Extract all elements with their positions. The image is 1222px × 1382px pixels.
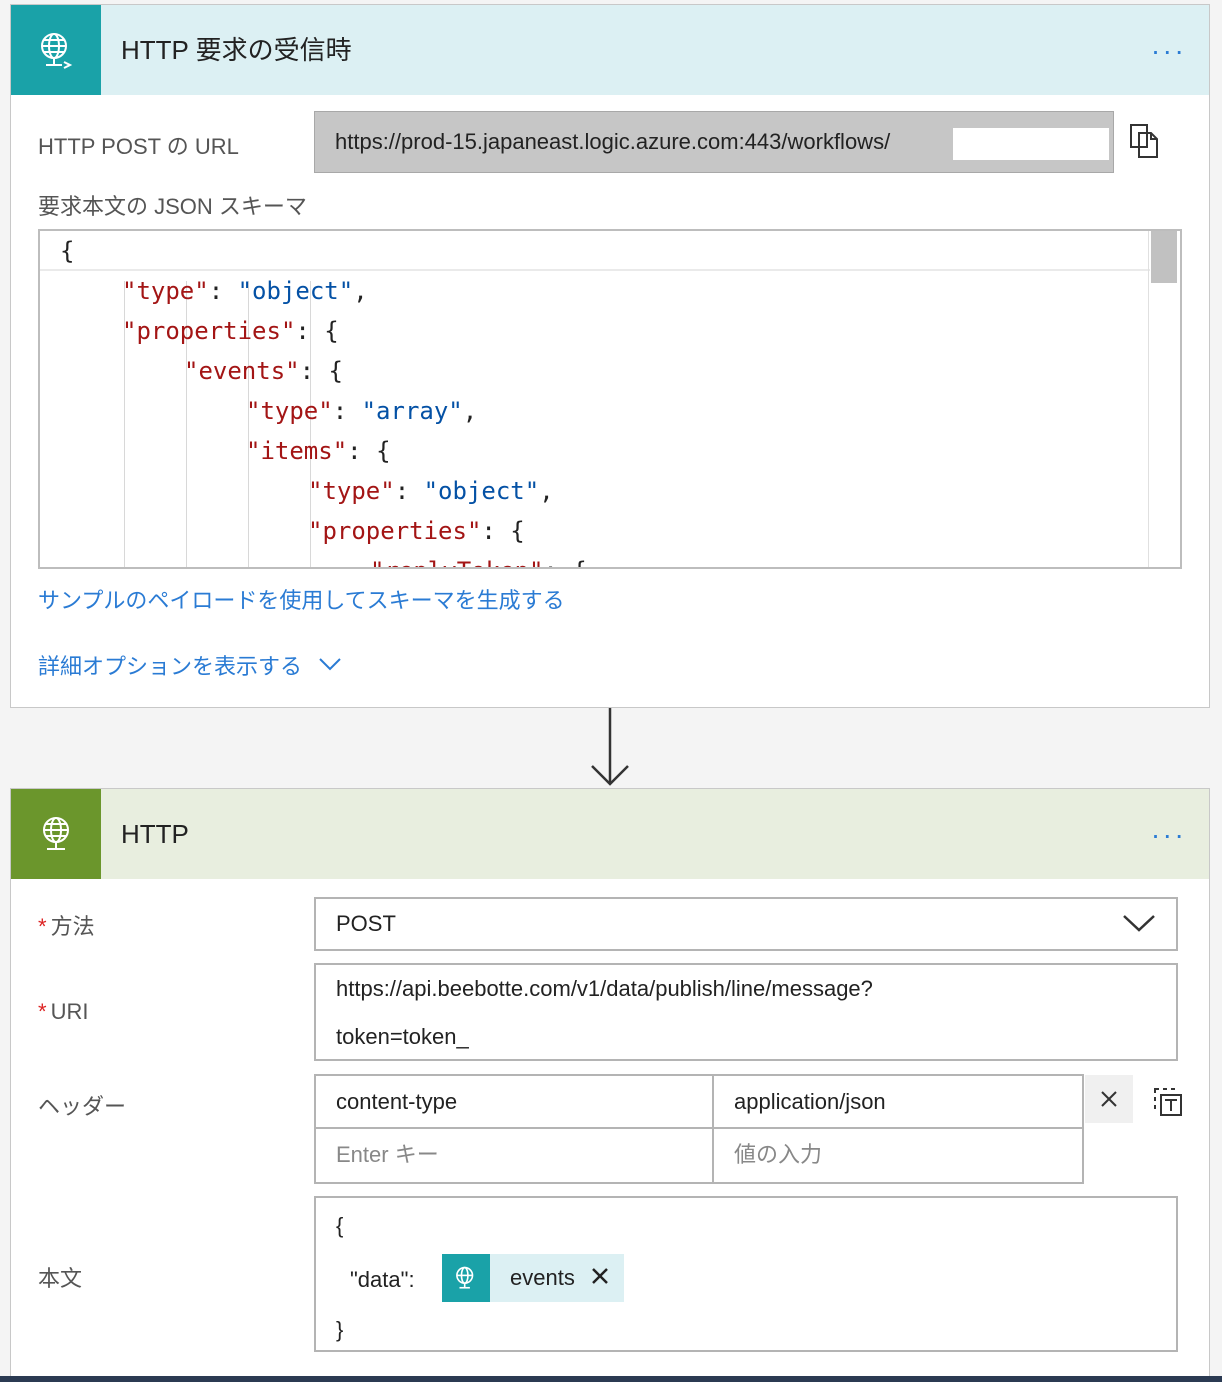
schema-scrollbar[interactable]: [1148, 231, 1177, 567]
events-token[interactable]: events: [442, 1254, 624, 1302]
copy-url-icon[interactable]: [1129, 123, 1161, 164]
schema-code-line: "properties": {: [122, 317, 339, 345]
http-globe-icon: [11, 789, 101, 879]
generate-schema-link[interactable]: サンプルのペイロードを使用してスキーマを生成する: [38, 583, 565, 615]
uri-value-line2: token=token_: [336, 1024, 469, 1049]
http-action-card: HTTP ... * 方法 POST * URI https://api.beebo…: [10, 788, 1210, 1382]
trigger-card: HTTP 要求の受信時 ... HTTP POST の URL https://…: [10, 4, 1210, 708]
method-value: POST: [336, 911, 396, 936]
method-label: * 方法: [38, 909, 95, 941]
http-action-card-header[interactable]: HTTP ...: [11, 789, 1209, 879]
method-label-text: 方法: [50, 914, 95, 939]
new-header-value-input[interactable]: 値の入力: [714, 1129, 1082, 1182]
body-label: 本文: [38, 1266, 83, 1291]
url-redaction: [953, 128, 1109, 160]
schema-code-line: "type": "object",: [308, 477, 554, 505]
schema-scroll-thumb[interactable]: [1151, 231, 1177, 283]
body-data-row: "data": events: [336, 1254, 1156, 1302]
schema-code-line: "type": "array",: [246, 397, 478, 425]
http-action-title: HTTP: [121, 819, 189, 849]
show-advanced-options-link[interactable]: 詳細オプションを表示する: [38, 649, 342, 681]
uri-value-line1: https://api.beebotte.com/v1/data/publish…: [336, 976, 873, 1001]
chevron-down-icon: [319, 658, 341, 671]
headers-table: content-type application/json Enter キー 値…: [314, 1074, 1084, 1184]
body-data-key: "data":: [350, 1267, 415, 1292]
bottom-edge: [0, 1376, 1222, 1382]
headers-label: ヘッダー: [38, 1094, 127, 1119]
trigger-card-header[interactable]: HTTP 要求の受信時 ...: [11, 5, 1209, 95]
schema-code-line: "events": {: [184, 357, 343, 385]
body-editor[interactable]: { "data": events}: [314, 1196, 1178, 1352]
required-mark: *: [38, 914, 47, 939]
body-open-brace: {: [336, 1213, 344, 1238]
flow-arrow-down-icon: [590, 708, 630, 793]
remove-token-button[interactable]: [590, 1264, 610, 1292]
header-value-input[interactable]: application/json: [714, 1076, 1082, 1129]
uri-label-text: URI: [50, 999, 89, 1024]
token-globe-icon: [442, 1254, 490, 1302]
json-schema-label: 要求本文の JSON スキーマ: [38, 194, 307, 219]
remove-header-button[interactable]: [1085, 1075, 1133, 1123]
schema-code-line: "items": {: [246, 437, 391, 465]
schema-code-line: "type": "object",: [122, 277, 368, 305]
token-label: events: [510, 1265, 575, 1290]
method-select[interactable]: POST: [314, 897, 1178, 951]
http-action-more-menu-button[interactable]: ...: [1152, 815, 1187, 843]
uri-label: * URI: [38, 999, 88, 1025]
close-icon: [592, 1268, 608, 1284]
current-line-highlight: [40, 231, 1150, 271]
header-key-input[interactable]: content-type: [316, 1076, 714, 1129]
body-close-brace: }: [336, 1317, 344, 1342]
request-globe-icon: [11, 5, 101, 95]
json-schema-editor[interactable]: { "type": "object", "properties": { "events…: [38, 229, 1182, 569]
close-icon: [1101, 1091, 1117, 1107]
http-post-url-value: https://prod-15.japaneast.logic.azure.co…: [335, 129, 891, 154]
uri-input[interactable]: https://api.beebotte.com/v1/data/publish…: [314, 963, 1178, 1061]
trigger-more-menu-button[interactable]: ...: [1152, 31, 1187, 59]
required-mark: *: [38, 999, 47, 1024]
schema-code-line: {: [60, 237, 75, 265]
schema-code-line: "properties": {: [308, 517, 525, 545]
schema-code-line: "replyToken": {: [370, 551, 587, 567]
new-header-key-input[interactable]: Enter キー: [316, 1129, 714, 1182]
text-mode-toggle-icon[interactable]: [1153, 1087, 1183, 1122]
chevron-down-icon: [1123, 915, 1155, 932]
advanced-options-label: 詳細オプションを表示する: [38, 654, 303, 679]
http-post-url-field[interactable]: https://prod-15.japaneast.logic.azure.co…: [314, 111, 1114, 173]
trigger-title: HTTP 要求の受信時: [121, 35, 352, 65]
http-post-url-label: HTTP POST の URL: [38, 134, 239, 159]
